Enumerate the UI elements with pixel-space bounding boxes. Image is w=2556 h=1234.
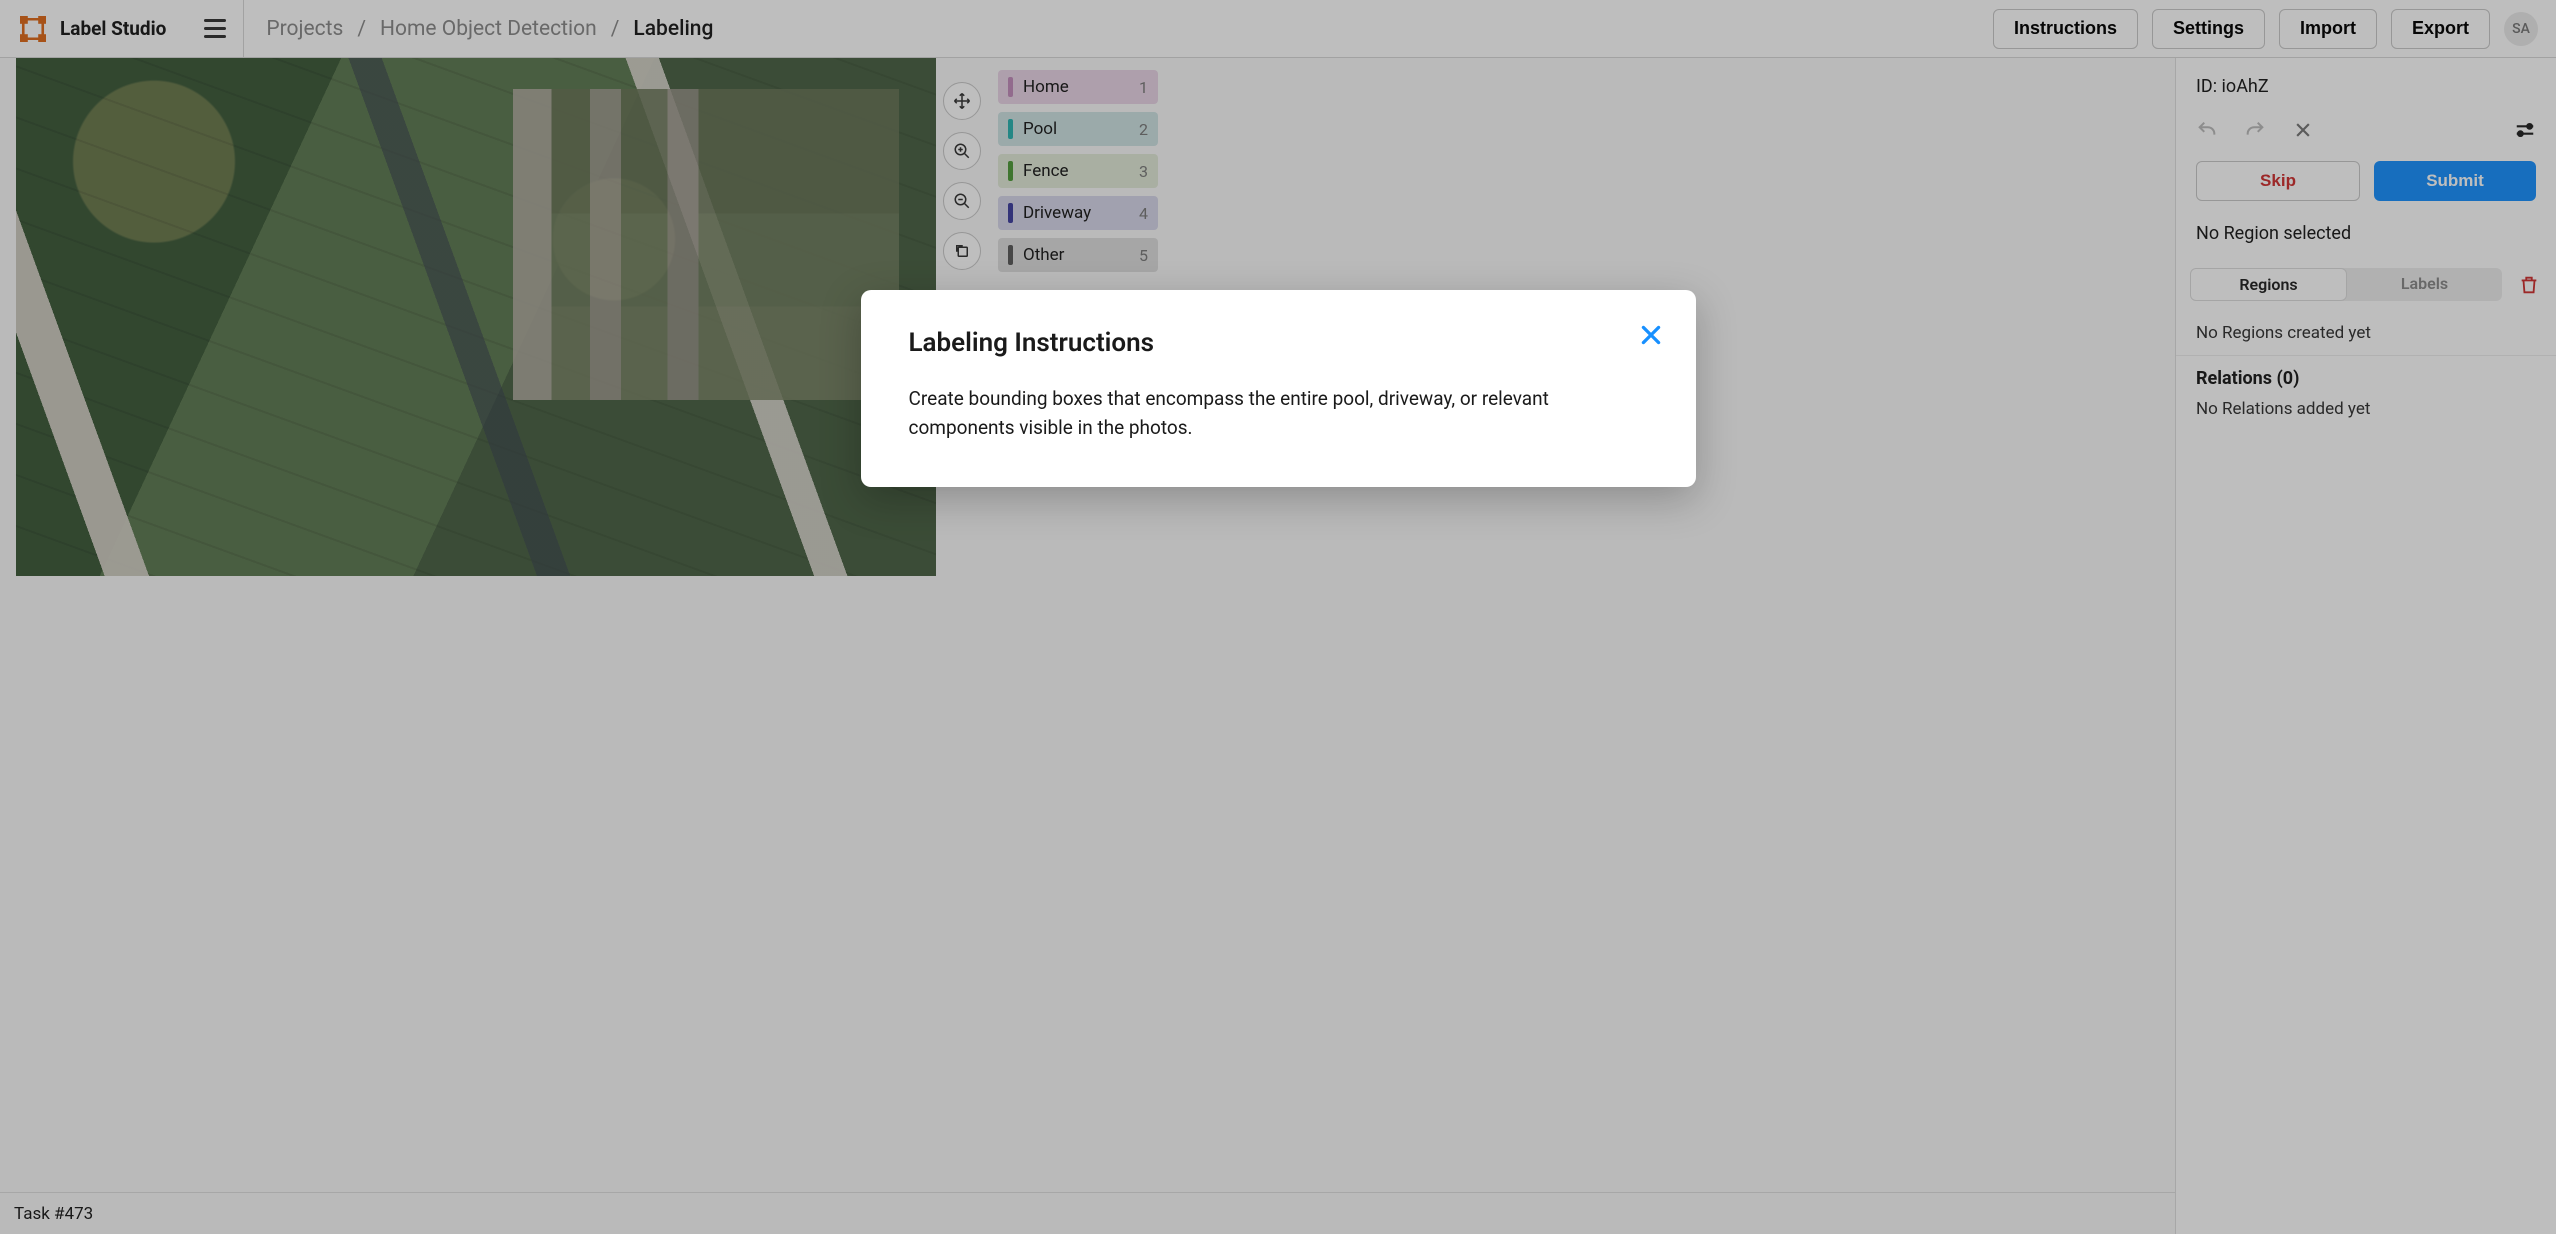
close-icon [1638, 322, 1664, 348]
modal-body: Create bounding boxes that encompass the… [909, 384, 1648, 443]
modal-backdrop[interactable]: Labeling Instructions Create bounding bo… [0, 0, 2556, 1234]
modal-close-button[interactable] [1636, 320, 1666, 350]
instructions-modal: Labeling Instructions Create bounding bo… [861, 290, 1696, 487]
modal-title: Labeling Instructions [909, 328, 1648, 358]
